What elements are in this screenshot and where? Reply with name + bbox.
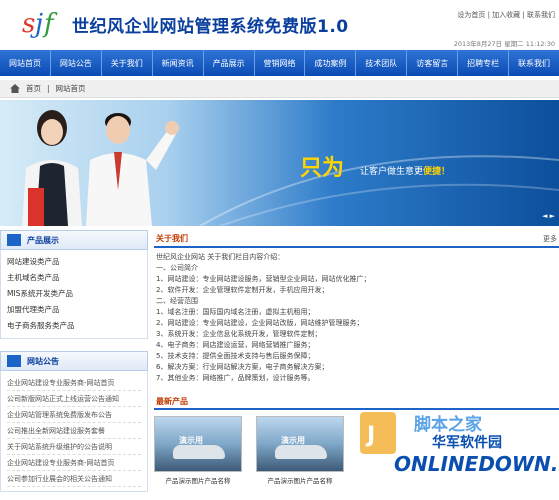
notice-item[interactable]: 关于网站系统升级维护的公告说明 <box>7 439 141 455</box>
about-line: 6、解决方案：行业网站解决方案，电子商务解决方案； <box>156 363 329 371</box>
notice-box-body: 企业网站建设专业服务商-网站首页 公司新版网站正式上线运营公告通知 企业网站管理… <box>0 371 148 492</box>
about-more-link[interactable]: 更多 <box>543 234 557 244</box>
product-box-icon <box>7 234 21 246</box>
about-line: 二、经营范围 <box>156 297 198 305</box>
about-line: 1、网站建设：专业网站建设服务，营销型企业网站，网站优化推广； <box>156 275 371 283</box>
home-icon <box>10 84 20 93</box>
nav-item-contact[interactable]: 联系我们 <box>509 50 559 76</box>
site-title: 世纪风企业网站管理系统免费版1.0 <box>72 17 349 37</box>
nav-item-news[interactable]: 新闻资讯 <box>153 50 204 76</box>
about-line: 7、其他业务：网络推广，品牌策划，设计服务等。 <box>156 374 315 382</box>
notice-item[interactable]: 公司新版网站正式上线运营公告通知 <box>7 391 141 407</box>
banner-control[interactable]: ◄ ► <box>542 212 555 220</box>
notice-item[interactable]: 企业网站建设专业服务商-网站首页 <box>7 375 141 391</box>
product-box-title: 产品展示 <box>27 235 59 245</box>
about-line: 2、网站建设：专业网站建设，企业网站改版，网站维护管理服务； <box>156 319 364 327</box>
product-card[interactable]: 演示用 产品演示图片产品名称 <box>256 416 344 485</box>
notice-item[interactable]: 公司参加行业展会的相关公告通知 <box>7 471 141 487</box>
about-title: 关于我们 <box>156 234 188 243</box>
about-header: 关于我们 更多 <box>154 230 559 248</box>
svg-text:s: s <box>22 9 35 39</box>
notice-box-header: 网站公告 <box>0 351 148 371</box>
nav-item-network[interactable]: 营销网络 <box>255 50 306 76</box>
banner-slogan: 让客户做生意更便捷！ <box>360 164 450 177</box>
product-name[interactable]: 产品演示图片产品名称 <box>256 475 344 485</box>
product-category-item[interactable]: 网站建设类产品 <box>7 254 141 270</box>
top-links[interactable]: 设为首页 | 加入收藏 | 联系我们 <box>457 10 555 20</box>
breadcrumb-current: 网站首页 <box>55 84 86 93</box>
site-logo-icon[interactable]: s j f <box>20 6 64 40</box>
product-category-item[interactable]: 主机域名类产品 <box>7 270 141 286</box>
product-image[interactable]: 演示用 <box>256 416 344 472</box>
nav-item-products[interactable]: 产品展示 <box>204 50 255 76</box>
notice-item[interactable]: 公司推出全新网站建设服务套餐 <box>7 423 141 439</box>
product-image[interactable]: 演示用 <box>154 416 242 472</box>
about-line: 2、软件开发：企业管理软件定制开发，手机应用开发； <box>156 286 329 294</box>
svg-text:J: J <box>365 423 375 448</box>
nav-item-team[interactable]: 技术团队 <box>356 50 408 76</box>
watermark: J 脚本之家 华军软件园 ONLINEDOWN.NET <box>354 402 559 500</box>
about-line: 3、系统开发：企业信息化系统开发，管理软件定制； <box>156 330 322 338</box>
about-line: 4、电子商务：网店建设运营，网络营销推广服务； <box>156 341 315 349</box>
product-box-header: 产品展示 <box>0 230 148 250</box>
nav-item-about[interactable]: 关于我们 <box>102 50 153 76</box>
about-body: 世纪风企业网站 关于我们栏目内容介绍： 一、公司简介 1、网站建设：专业网站建设… <box>154 248 559 388</box>
product-card[interactable]: 演示用 产品演示图片产品名称 <box>154 416 242 485</box>
nav-item-notice[interactable]: 网站公告 <box>51 50 102 76</box>
product-name[interactable]: 产品演示图片产品名称 <box>154 475 242 485</box>
nav-item-home[interactable]: 网站首页 <box>0 50 51 76</box>
watermark-en-text: ONLINEDOWN.NET <box>394 452 559 476</box>
banner[interactable]: 只为 让客户做生意更便捷！ ◄ ► <box>0 100 559 226</box>
header: s j f 世纪风企业网站管理系统免费版1.0 设为首页 | 加入收藏 | 联系… <box>0 0 559 48</box>
product-category-item[interactable]: MIS系统开发类产品 <box>7 286 141 302</box>
banner-figures-image <box>22 110 559 226</box>
notice-box-title: 网站公告 <box>27 356 59 366</box>
about-line: 5、技术支持：提供全面技术支持与售后服务保障； <box>156 352 315 360</box>
current-date: 2013年8月27日 星期二 11:12:30 <box>453 40 555 48</box>
product-box-body: 网站建设类产品 主机域名类产品 MIS系统开发类产品 加盟代理类产品 电子商务服… <box>0 250 148 339</box>
about-line: 世纪风企业网站 关于我们栏目内容介绍： <box>156 253 285 261</box>
breadcrumb: 首页 | 网站首页 <box>0 80 559 98</box>
page: s j f 世纪风企业网站管理系统免费版1.0 设为首页 | 加入收藏 | 联系… <box>0 0 559 500</box>
product-category-item[interactable]: 电子商务服务类产品 <box>7 318 141 334</box>
banner-headline: 只为 <box>300 155 345 181</box>
car-icon <box>173 445 225 459</box>
main-nav: 网站首页 网站公告 关于我们 新闻资讯 产品展示 营销网络 成功案例 技术团队 … <box>0 50 559 76</box>
nav-item-guestbook[interactable]: 访客留言 <box>407 50 459 76</box>
breadcrumb-home[interactable]: 首页 <box>26 83 41 94</box>
nav-item-cases[interactable]: 成功案例 <box>305 50 357 76</box>
svg-text:f: f <box>42 9 58 39</box>
banner-slogan-text: 让客户做生意更 <box>360 167 424 177</box>
left-sidebar: 产品展示 网站建设类产品 主机域名类产品 MIS系统开发类产品 加盟代理类产品 … <box>0 230 148 492</box>
breadcrumb-separator: | <box>47 84 50 93</box>
products-title: 最新产品 <box>156 397 188 406</box>
about-line: 一、公司简介 <box>156 264 198 272</box>
notice-item[interactable]: 企业网站管理系统免费版发布公告 <box>7 407 141 423</box>
watermark-logo-icon: J <box>360 412 396 454</box>
car-icon <box>275 445 327 459</box>
about-line: 1、域名注册：国际国内域名注册，虚拟主机租用； <box>156 308 315 316</box>
notice-box-icon <box>7 355 21 367</box>
nav-item-jobs[interactable]: 招聘专栏 <box>458 50 510 76</box>
product-category-item[interactable]: 加盟代理类产品 <box>7 302 141 318</box>
banner-slogan-highlight: 便捷！ <box>423 167 451 177</box>
watermark-cn-text: 华军软件园 <box>432 435 502 451</box>
notice-item[interactable]: 企业网站建设专业服务商-网站首页 <box>7 455 141 471</box>
